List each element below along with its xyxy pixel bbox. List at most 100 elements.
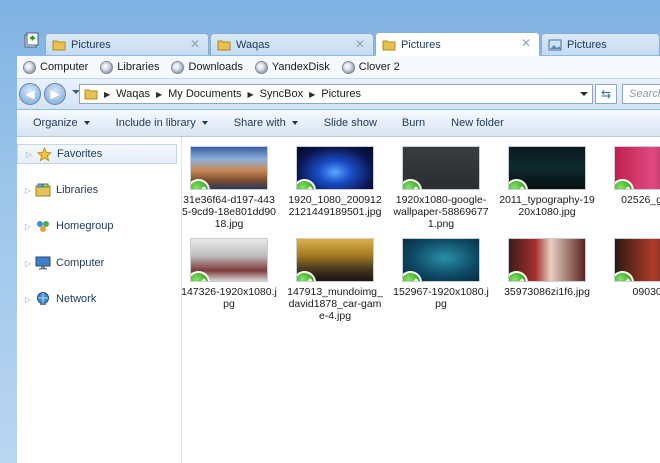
thumbnail [508,238,586,282]
new-folder-button[interactable]: New folder [451,117,504,129]
bookmark-label: Computer [40,61,89,73]
bookmark-bar: Computer Libraries Downloads YandexDisk … [17,56,660,79]
file-item[interactable]: 152967-1920x1080.jpg [391,238,491,310]
sync-check-icon [191,271,210,281]
nav-item-homegroup[interactable]: ▷ Homegroup [17,216,113,236]
burn-button[interactable]: Burn [402,117,425,129]
file-name: 147913_mundoimg_david1878_car-game-4.jpg [287,286,383,322]
share-with-button[interactable]: Share with [234,117,298,129]
sync-check-icon [615,179,634,189]
file-item[interactable]: 35973086zi1f6.jpg [497,238,597,298]
navigation-pane: ▷ Favorites ▷ Libraries ▷ Homegroup ▷ Co… [17,137,182,463]
bookmark-clover2[interactable]: Clover 2 [341,60,400,74]
expand-arrow-icon[interactable]: ▷ [23,259,33,268]
sync-check-icon [509,271,528,281]
command-label: Burn [401,117,426,129]
include-in-library-button[interactable]: Include in library [116,117,208,129]
file-name: 02526_g0x10 [621,194,660,206]
nav-label: Libraries [56,184,99,196]
tab-label: Pictures [401,38,441,51]
bookmark-downloads[interactable]: Downloads [171,60,243,74]
nav-item-network[interactable]: ▷ Network [17,289,96,309]
sync-check-icon [509,179,528,189]
drive-icon [171,60,185,74]
expand-arrow-icon[interactable]: ▷ [23,295,33,304]
folder-icon [217,40,231,50]
command-label: Share with [233,117,286,129]
thumbnail [190,238,268,282]
expand-arrow-icon[interactable]: ▷ [23,186,33,195]
thumbnail [402,146,480,190]
file-name: 1920_1080_20091221214491895​01.jpg [288,194,382,218]
address-bar[interactable]: ▶ Waqas ▶ My Documents ▶ SyncBox ▶ Pictu… [79,84,593,104]
tab-pictures-2[interactable]: Pictures [541,33,660,55]
breadcrumb-separator-icon[interactable]: ▶ [104,90,110,99]
tab-pictures-active[interactable]: Pictures ✕ [375,32,540,56]
bookmark-label: Clover 2 [358,61,400,73]
file-item[interactable]: 147913_mundoimg_david1878_car-game-4.jpg [285,238,385,322]
drive-icon [254,60,268,74]
thumbnail [614,146,660,190]
app-icon[interactable] [22,31,42,51]
drive-icon [23,60,36,74]
search-input[interactable]: Search [622,84,660,104]
chevron-down-icon[interactable] [580,92,588,96]
tab-pictures-1[interactable]: Pictures ✕ [45,33,209,55]
file-name: 1920x1080-google-wallpaper-588696771.png [393,194,489,230]
sync-check-icon [297,179,316,189]
breadcrumb-separator-icon[interactable]: ▶ [156,90,162,99]
pictures-library-icon [548,39,562,50]
expand-arrow-icon[interactable]: ▷ [24,150,34,159]
tab-label: Pictures [567,38,607,51]
sync-check-icon [403,179,422,189]
close-icon[interactable]: ✕ [521,36,531,50]
bookmark-label: YandexDisk [271,61,330,73]
nav-item-libraries[interactable]: ▷ Libraries [17,180,98,200]
star-icon [36,146,52,162]
breadcrumb-syncbox[interactable]: SyncBox [260,88,303,100]
breadcrumb-separator-icon[interactable]: ▶ [309,90,315,99]
thumbnail [508,146,586,190]
computer-icon [35,255,51,271]
tab-label: Waqas [236,38,270,51]
address-row: ◀ ▶ ▶ Waqas ▶ My Documents ▶ SyncBox ▶ P… [17,79,660,109]
file-item[interactable]: 31e36f64-d197-4435-9cd9-18e801dd9018.jpg [182,146,279,230]
drive-icon [100,60,114,74]
tab-waqas[interactable]: Waqas ✕ [210,33,374,55]
nav-item-computer[interactable]: ▷ Computer [17,253,104,273]
nav-label: Homegroup [56,220,114,232]
file-item[interactable]: 1920x1080-google-wallpaper-588696771.png [391,146,491,230]
bookmark-yandexdisk[interactable]: YandexDisk [254,60,330,74]
breadcrumb-my-documents[interactable]: My Documents [168,88,241,100]
close-icon[interactable]: ✕ [190,37,200,51]
breadcrumb-separator-icon[interactable]: ▶ [248,90,254,99]
arrow-left-icon: ◀ [25,87,35,101]
expand-arrow-icon[interactable]: ▷ [23,222,33,231]
bookmark-libraries[interactable]: Libraries [100,60,159,74]
breadcrumb-pictures[interactable]: Pictures [321,88,361,100]
command-bar: Organize Include in library Share with S… [17,110,660,137]
thumbnail [614,238,660,282]
breadcrumb-waqas[interactable]: Waqas [116,88,150,100]
organize-button[interactable]: Organize [33,117,90,129]
bookmark-computer[interactable]: Computer [23,60,89,74]
file-name: 0903061 [632,286,660,298]
file-item[interactable]: 147326-1920x1080.jpg [182,238,279,310]
file-item[interactable]: 1920_1080_20091221214491895​01.jpg [285,146,385,218]
file-item[interactable]: 0903061 [603,238,660,298]
command-label: Include in library [115,117,196,129]
refresh-button[interactable]: ⇆ [595,84,617,104]
file-item[interactable]: 2011_typography-1920x1080.jpg [497,146,597,218]
tab-label: Pictures [71,38,111,51]
forward-button[interactable]: ▶ [44,83,66,105]
folder-icon [52,40,66,50]
back-button[interactable]: ◀ [19,83,41,105]
chevron-down-icon [291,121,298,125]
close-icon[interactable]: ✕ [355,37,365,51]
nav-label: Computer [56,257,105,269]
file-name: 31e36f64-d197-4435-9cd9-18e801dd9018.jpg [182,194,276,230]
sync-check-icon [403,271,422,281]
slide-show-button[interactable]: Slide show [324,117,377,129]
file-item[interactable]: 02526_g0x10 [603,146,660,206]
nav-item-favorites[interactable]: ▷ Favorites [17,144,177,164]
